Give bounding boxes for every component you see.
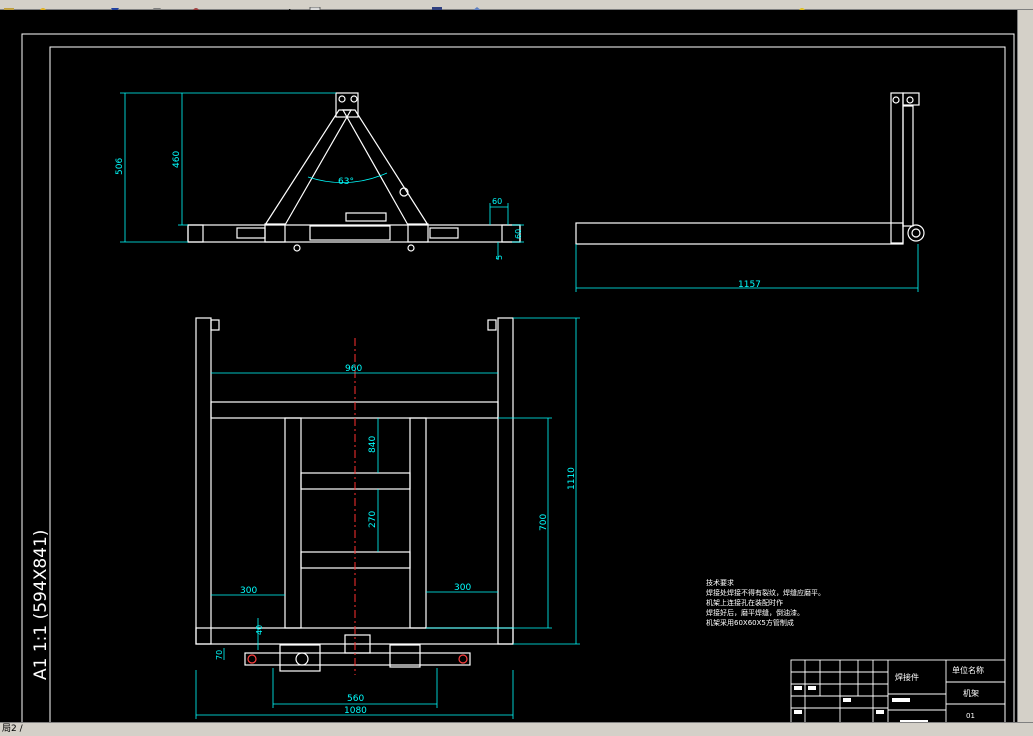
zoom-window-icon[interactable]: [150, 0, 164, 14]
dim-506: 506: [115, 158, 125, 175]
dim-960: 960: [345, 364, 362, 374]
dim-300-left: 300: [240, 586, 257, 596]
status-bar: 局2 /: [0, 722, 1033, 736]
notes-line-4: 机架采用60X60X5方管制成: [706, 618, 794, 627]
sheet-inner-border: [49, 46, 1006, 728]
dim-1080: 1080: [344, 706, 367, 716]
dim-70: 70: [215, 650, 224, 660]
zoom-previous-icon[interactable]: [190, 0, 204, 14]
top-view-highlights: [247, 654, 468, 664]
top-view-dims: [195, 317, 580, 719]
layer-icon[interactable]: [2, 0, 16, 14]
vertical-scrollbar[interactable]: [1017, 10, 1033, 722]
cad-drawing: A1 1:1 (594X841) 506 460 63° 60 60 5 115…: [21, 33, 1015, 729]
notes-line-2: 机架上连接孔在装配时作: [706, 598, 783, 607]
dim-1110: 1110: [567, 467, 577, 490]
dim-40: 40: [255, 625, 264, 635]
toolbar: A: [0, 0, 1033, 17]
layout-tab[interactable]: 局2 /: [2, 723, 23, 736]
title-part-name: 焊接件: [895, 672, 919, 682]
title-drawing-no: 01: [966, 712, 975, 720]
dim-270: 270: [368, 511, 378, 528]
sheet-outer-border: [21, 33, 1015, 729]
notes-line-3: 焊接好后，磨平焊缝，倒油漆。: [706, 608, 804, 617]
markup-icon[interactable]: [470, 0, 484, 15]
notes-heading: 技术要求: [706, 578, 734, 587]
dim-460: 460: [172, 151, 182, 168]
dim-angle: 63°: [338, 177, 354, 187]
title-drawing-name: 机架: [963, 688, 979, 698]
pan-icon[interactable]: [36, 0, 50, 14]
dim-700: 700: [539, 514, 549, 531]
dim-1157: 1157: [738, 280, 761, 290]
dim-60-side: 60: [514, 229, 523, 239]
title-company: 单位名称: [952, 665, 984, 675]
tool-palette-icon[interactable]: [430, 0, 444, 15]
drawing-canvas[interactable]: A1 1:1 (594X841) 506 460 63° 60 60 5 115…: [0, 10, 1018, 729]
side-view: [575, 92, 925, 245]
notes-line-1: 焊接处焊接不得有裂纹，焊缝应磨平。: [706, 588, 825, 597]
title-block-fills: [794, 686, 928, 724]
dim-300-right: 300: [454, 583, 471, 593]
dim-840: 840: [368, 436, 378, 453]
sheet-label: A1 1:1 (594X841): [31, 530, 51, 680]
front-view-dims: [120, 92, 524, 260]
help-icon[interactable]: [795, 0, 809, 14]
dim-560: 560: [347, 694, 364, 704]
dim-60-top: 60: [492, 197, 502, 206]
dim-5: 5: [495, 255, 504, 260]
front-view: [187, 92, 521, 252]
zoom-realtime-icon[interactable]: [108, 0, 122, 14]
properties-icon[interactable]: A: [285, 0, 299, 17]
design-center-icon[interactable]: [308, 0, 322, 16]
